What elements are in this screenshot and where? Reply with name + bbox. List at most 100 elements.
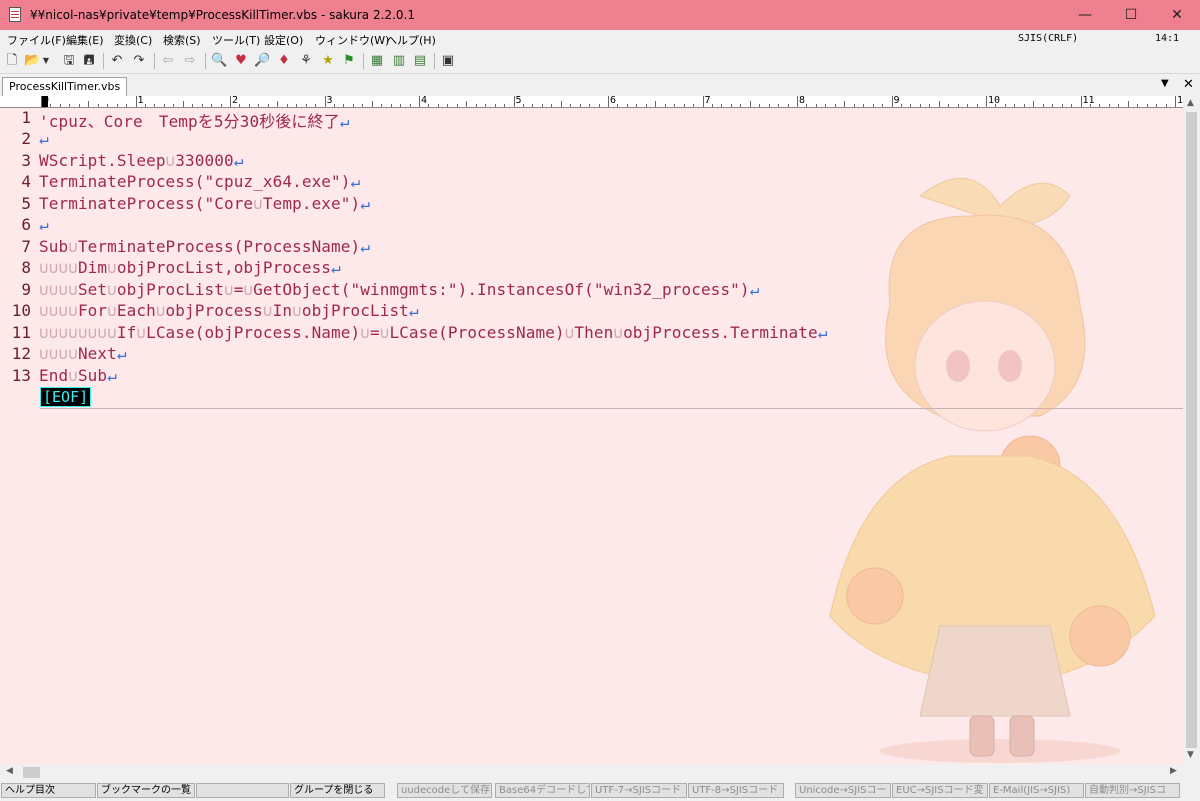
save-icon[interactable]: 🖫 — [61, 53, 77, 69]
code-line[interactable]: 'cpuz、Core Tempを5分30秒後に終了↵ — [39, 108, 349, 132]
redo-icon[interactable]: ↷ — [131, 53, 147, 69]
code-line[interactable]: ∪∪∪∪For∪Each∪objProcess∪In∪objProcList↵ — [39, 301, 419, 320]
space-mark: ∪ — [107, 323, 117, 342]
ruler-tick — [872, 104, 874, 107]
fkey-auto-detect-to-sjis[interactable]: 自動判別→SJISコ — [1085, 783, 1180, 798]
search-prev-icon[interactable]: 🔎 — [254, 53, 270, 69]
ruler-tick — [948, 104, 950, 107]
code-line[interactable]: TerminateProcess("Core∪Temp.exe")↵ — [39, 194, 370, 213]
fkey-utf8-to-sjis[interactable]: UTF-8→SJISコード — [688, 783, 784, 798]
ruler-tick — [1033, 101, 1035, 107]
close-button[interactable]: ✕ — [1154, 0, 1200, 30]
fkey-help-contents[interactable]: ヘルプ目次 — [1, 783, 96, 798]
replace-icon[interactable]: ♦ — [276, 53, 292, 69]
ruler-tick — [343, 104, 345, 107]
title-bar: ¥¥nicol-nas¥private¥temp¥ProcessKillTime… — [0, 0, 1200, 30]
bookmark-icon[interactable]: ★ — [320, 53, 336, 69]
tab-processkilltimer[interactable]: ProcessKillTimer.vbs — [2, 77, 128, 97]
save-as-icon[interactable]: 🖪 — [81, 53, 97, 69]
code-line[interactable]: ∪∪∪∪Dim∪objProcList,objProcess↵ — [39, 258, 341, 277]
newline-mark: ↵ — [360, 194, 370, 213]
menu-edit[interactable]: 編集(E) — [66, 32, 104, 48]
jump-back-icon[interactable]: ⇦ — [160, 53, 176, 69]
fkey-empty[interactable] — [196, 783, 289, 798]
menu-search[interactable]: 検索(S) — [163, 32, 201, 48]
code-text: ∪∪∪∪Dim∪objProcList,objProcess — [39, 258, 332, 277]
newline-mark: ↵ — [350, 172, 361, 191]
search-next-icon[interactable]: ♥ — [233, 53, 249, 69]
vertical-scroll-thumb[interactable] — [1186, 112, 1197, 748]
horizontal-scroll-thumb[interactable] — [23, 767, 40, 778]
code-line[interactable]: ↵ — [39, 215, 49, 234]
vertical-scrollbar[interactable]: ▲ ▼ — [1183, 96, 1200, 764]
menu-file[interactable]: ファイル(F) — [7, 32, 66, 48]
space-mark: ∪ — [39, 280, 49, 299]
maximize-button[interactable]: ☐ — [1108, 0, 1154, 30]
search-icon[interactable]: 🔍 — [211, 53, 227, 69]
ruler-tick — [409, 104, 411, 107]
grep-icon[interactable]: ⚑ — [341, 53, 357, 69]
code-text: WScript.Sleep∪330000 — [39, 151, 234, 170]
code-line[interactable]: WScript.Sleep∪330000↵ — [39, 151, 243, 170]
ruler-tick — [248, 104, 250, 107]
fkey-email-jis-to-sjis[interactable]: E-Mail(JIS→SJIS) — [989, 783, 1084, 798]
code-line[interactable]: ∪∪∪∪Next↵ — [39, 344, 127, 363]
undo-icon[interactable]: ↶ — [109, 53, 125, 69]
new-file-icon[interactable]: 🗋 — [4, 53, 20, 69]
scroll-down-icon[interactable]: ▼ — [1187, 750, 1194, 760]
open-file-icon[interactable]: 📂 — [24, 53, 40, 69]
tab-list-icon[interactable]: ▼ — [1161, 78, 1169, 89]
menu-settings[interactable]: 設定(O) — [264, 32, 303, 48]
fkey-bookmark-list[interactable]: ブックマークの一覧 — [97, 783, 195, 798]
ruler-tick — [296, 104, 298, 107]
horizontal-scrollbar[interactable]: ◀ ▶ — [0, 764, 1183, 781]
ruler-tick — [721, 104, 723, 107]
ruler-tick — [1052, 104, 1054, 107]
space-mark: ∪ — [58, 323, 69, 342]
code-line[interactable]: ↵ — [39, 129, 49, 148]
ruler-tick — [938, 101, 940, 107]
mark-clear-icon[interactable]: ⚘ — [298, 53, 314, 69]
fkey-euc-to-sjis[interactable]: EUC→SJISコード変 — [892, 783, 988, 798]
ruler-tick — [1061, 104, 1063, 107]
tab-close-icon[interactable]: ✕ — [1183, 77, 1194, 92]
ruler-tick — [59, 104, 61, 107]
open-dropdown-icon[interactable]: ▼ — [41, 53, 51, 69]
compare-icon[interactable]: ▥ — [391, 53, 407, 69]
space-mark: ∪ — [39, 301, 49, 320]
ruler-tick — [41, 96, 42, 107]
space-mark: ∪ — [48, 323, 59, 342]
code-line[interactable]: ∪∪∪∪Set∪objProcList∪=∪GetObject("winmgmt… — [39, 280, 759, 299]
tag-jump-icon[interactable]: ▤ — [412, 53, 428, 69]
menu-help[interactable]: ヘルプ(H) — [386, 32, 436, 48]
fkey-utf7-to-sjis[interactable]: UTF-7→SJISコード — [591, 783, 687, 798]
settings-icon[interactable]: ▣ — [440, 53, 456, 69]
code-line[interactable]: TerminateProcess("cpuz_x64.exe")↵ — [39, 172, 360, 191]
fkey-unicode-to-sjis[interactable]: Unicode→SJISコー — [795, 783, 891, 798]
fkey-uudecode-save[interactable]: uudecodeして保存 — [397, 783, 492, 798]
ruler-tick — [1014, 104, 1016, 107]
code-line[interactable]: End∪Sub↵ — [39, 366, 117, 385]
fkey-base64-decode[interactable]: Base64デコードして — [495, 783, 590, 798]
newline-mark: ↵ — [339, 112, 350, 131]
code-line[interactable]: ∪∪∪∪∪∪∪∪If∪LCase(objProcess.Name)∪=∪LCas… — [39, 323, 827, 342]
ruler-tick — [333, 104, 335, 107]
scroll-left-icon[interactable]: ◀ — [6, 766, 13, 776]
jump-forward-icon[interactable]: ⇨ — [182, 53, 198, 69]
minimize-button[interactable]: — — [1062, 0, 1108, 30]
menu-window[interactable]: ウィンドウ(W) — [315, 32, 389, 48]
outline-icon[interactable]: ▦ — [369, 53, 385, 69]
code-line[interactable]: Sub∪TerminateProcess(ProcessName)↵ — [39, 237, 370, 256]
menu-tools[interactable]: ツール(T) — [212, 32, 260, 48]
editor-area[interactable]: 0123456789101112 1 2 3 4 5 6 7 8 9 10 11… — [0, 96, 1183, 764]
fkey-close-group[interactable]: グループを閉じる — [290, 783, 385, 798]
ruler-tick — [674, 104, 676, 107]
line-number: 8 — [21, 258, 31, 277]
scroll-up-icon[interactable]: ▲ — [1187, 98, 1194, 108]
line-number: 3 — [21, 151, 31, 170]
scroll-right-icon[interactable]: ▶ — [1170, 766, 1177, 776]
menu-convert[interactable]: 変換(C) — [114, 32, 152, 48]
line-number: 5 — [21, 194, 31, 213]
ruler-tick — [806, 104, 808, 107]
ruler-tick — [797, 96, 798, 107]
